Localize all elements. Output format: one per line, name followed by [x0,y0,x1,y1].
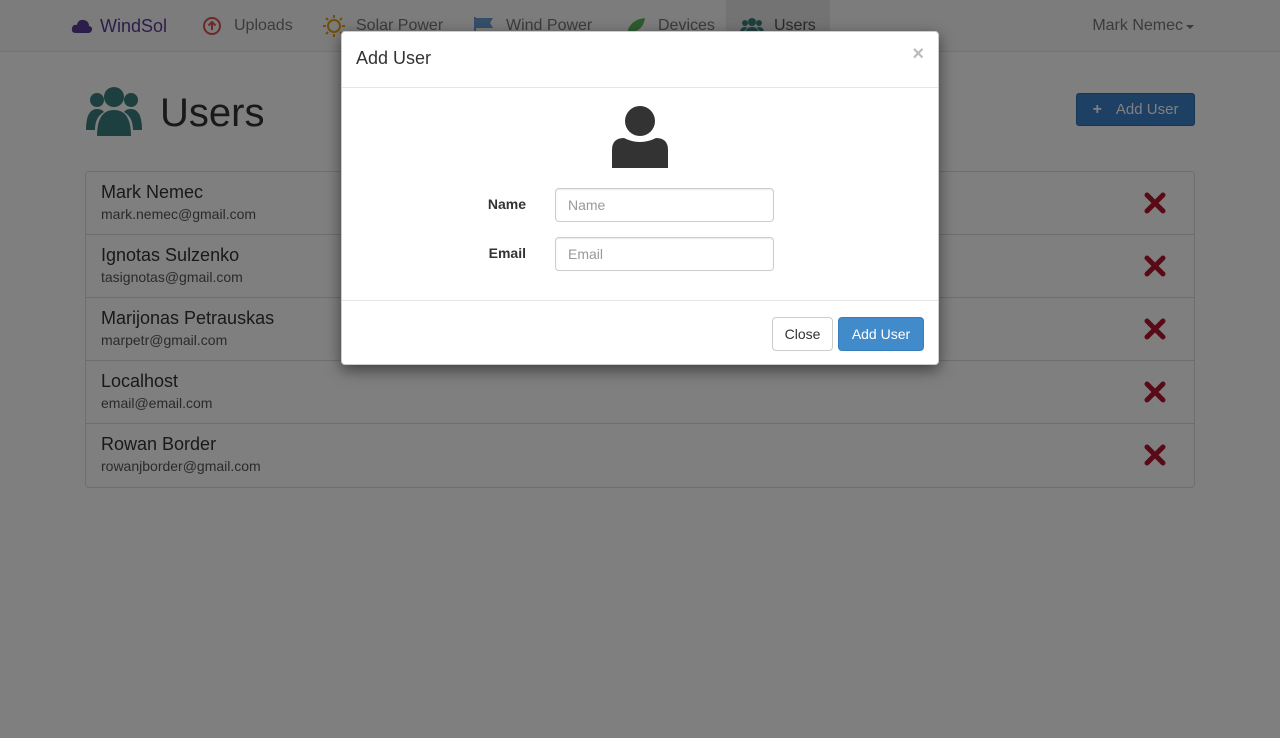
close-icon[interactable]: × [912,44,924,64]
modal-body: Name Email [342,88,938,301]
email-input[interactable] [555,237,774,271]
submit-add-user-button[interactable]: Add User [838,317,924,351]
email-label: Email [488,245,526,261]
name-label: Name [487,196,526,212]
name-input[interactable] [555,188,774,222]
modal-header: Add User × [342,32,938,88]
modal-title: Add User [356,48,432,68]
modal-footer: Close Add User [342,301,938,364]
add-user-modal: Add User × Name Email Close Add User [341,31,939,365]
close-button[interactable]: Close [772,317,833,351]
user-avatar-icon [612,106,668,168]
